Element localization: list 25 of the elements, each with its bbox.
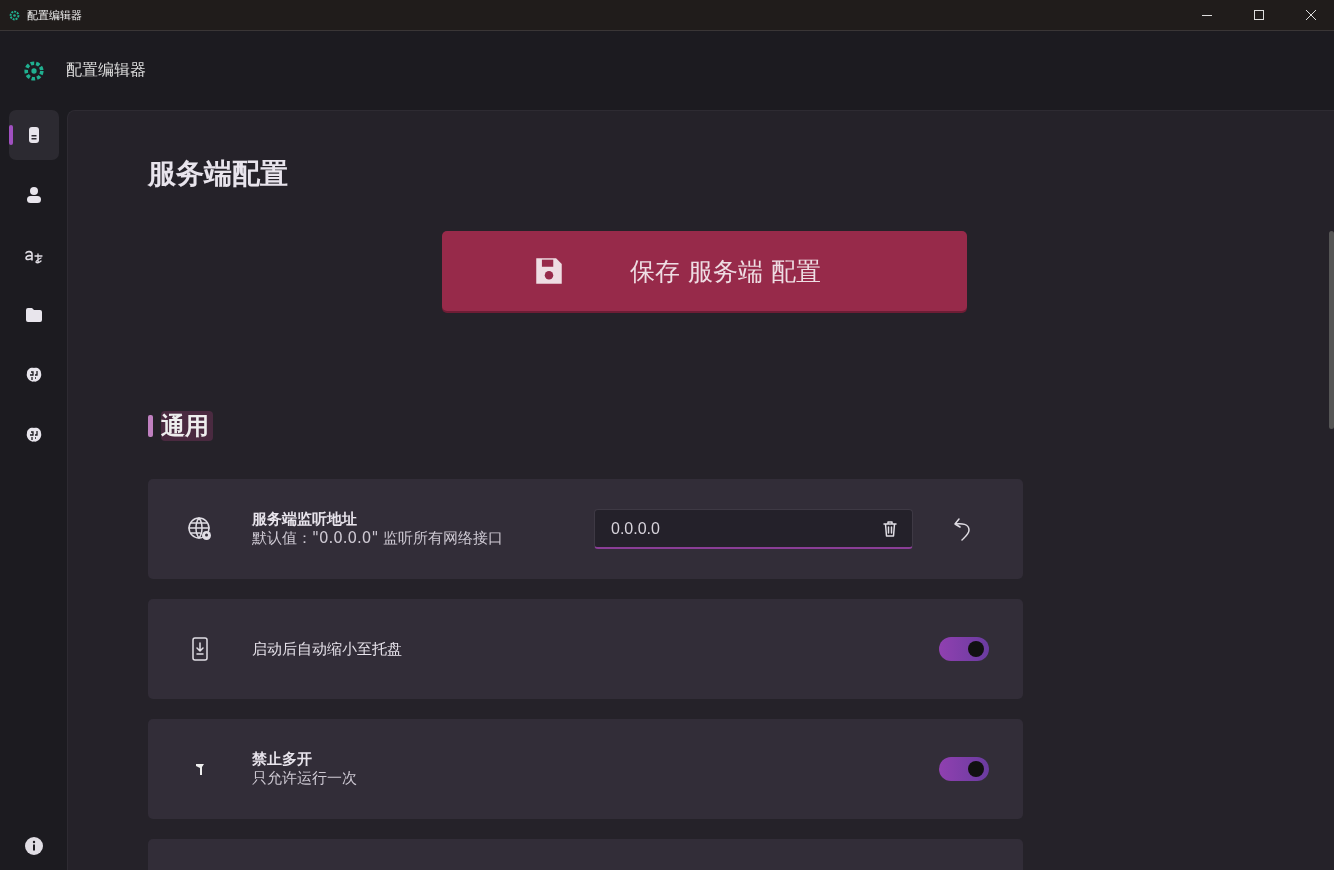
sidebar-item[interactable] xyxy=(8,110,59,160)
maximize-icon xyxy=(1254,10,1264,20)
app-title: 配置编辑器 xyxy=(66,60,146,81)
setting-title: 启动后自动缩小至托盘 xyxy=(252,639,403,659)
setting-title: 禁止多开 xyxy=(252,750,313,769)
page-title: 服务端配置 xyxy=(148,156,289,192)
save-button[interactable]: 保存 服务端 配置 xyxy=(442,231,967,311)
address-input-field[interactable]: 0.0.0.0 xyxy=(594,509,913,549)
trash-icon[interactable] xyxy=(882,520,898,538)
folder-icon xyxy=(23,305,44,325)
gear-icon xyxy=(8,8,21,22)
info-icon xyxy=(23,836,44,856)
section-title: 通用 xyxy=(161,411,213,441)
flag-icon xyxy=(194,761,206,777)
close-icon xyxy=(1306,10,1316,20)
gear-icon xyxy=(22,58,46,83)
toggle-switch[interactable] xyxy=(939,757,989,781)
section-marker xyxy=(148,415,153,437)
setting-description: 只允许运行一次 xyxy=(252,769,358,788)
toggle-switch[interactable] xyxy=(939,637,989,661)
minimize-icon xyxy=(1202,14,1212,16)
window-title: 配置编辑器 xyxy=(27,7,83,23)
setting-description: 默认值："0.0.0.0" 监听所有网络接口 xyxy=(252,529,505,548)
setting-title: 服务端监听地址 xyxy=(252,510,358,529)
globe-icon xyxy=(187,516,213,542)
